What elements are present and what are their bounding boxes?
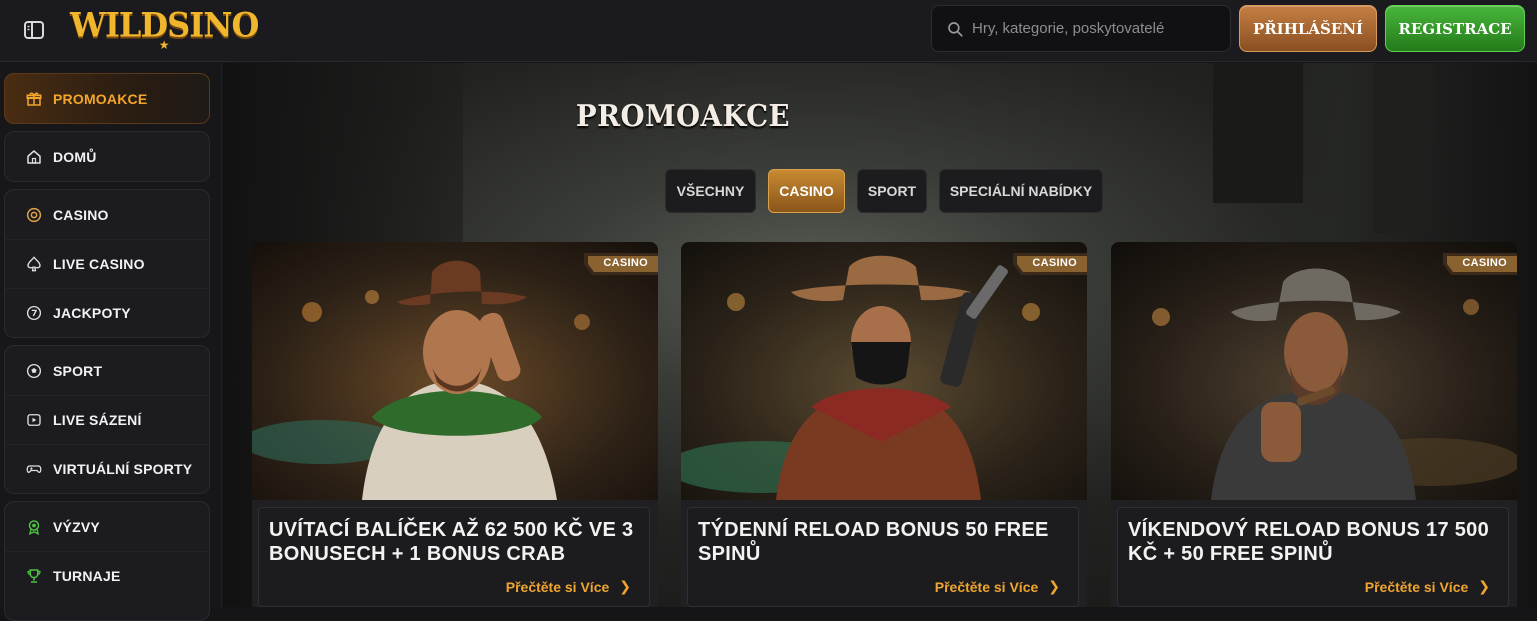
sidebar-item-vyzvy[interactable]: VÝZVY — [5, 502, 209, 551]
main-content: PROMOAKCE VŠECHNY CASINO SPORT SPECIÁLNÍ… — [223, 63, 1537, 607]
sidebar-item-domu[interactable]: DOMŮ — [5, 132, 209, 181]
category-badge: CASINO — [1013, 253, 1087, 275]
read-more-label: Přečtěte si Více — [1364, 578, 1469, 595]
sidebar-group-sport: SPORT LIVE SÁZENÍ VIRTUÁLNÍ SPORTY — [4, 345, 210, 494]
read-more-label: Přečtěte si Více — [934, 578, 1039, 595]
search-icon — [948, 21, 963, 37]
sidebar-item-label: VIRTUÁLNÍ SPORTY — [53, 461, 193, 477]
category-badge: CASINO — [1443, 253, 1517, 275]
promo-card-body: TÝDENNÍ RELOAD BONUS 50 FREE SPINŮ Přečt… — [687, 507, 1079, 607]
promo-card[interactable]: CASINO VÍKENDOVÝ RELOAD BONUS 17 500 KČ … — [1111, 242, 1517, 607]
sidebar-item-label: CASINO — [53, 206, 109, 223]
sidebar-item-turnaje[interactable]: TURNAJE — [5, 551, 209, 600]
logo-text: WILDSINO — [70, 5, 259, 45]
sidebar-group-challenges: VÝZVY TURNAJE — [4, 501, 210, 621]
background-tower — [1373, 63, 1433, 233]
read-more-link[interactable]: Přečtěte si Více ❯ — [1365, 578, 1490, 595]
promo-card-title: UVÍTACÍ BALÍČEK AŽ 62 500 KČ VE 3 BONUSE… — [269, 519, 634, 565]
gift-icon — [25, 90, 43, 108]
sidebar-item-promoakce[interactable]: PROMOAKCE — [5, 74, 209, 123]
promo-card-title: TÝDENNÍ RELOAD BONUS 50 FREE SPINŮ — [698, 519, 1049, 565]
login-button[interactable]: PŘIHLÁŠENÍ — [1239, 5, 1377, 52]
sidebar-item-label: DOMŮ — [53, 148, 97, 165]
promo-card[interactable]: CASINO UVÍTACÍ BALÍČEK AŽ 62 500 KČ VE 3… — [252, 242, 658, 607]
search-box[interactable] — [931, 5, 1231, 52]
sidebar-item-label: LIVE SÁZENÍ — [53, 412, 142, 428]
background-tower — [1213, 63, 1303, 203]
tab-sport[interactable]: SPORT — [857, 169, 927, 213]
sidebar-item-label: TURNAJE — [53, 568, 121, 584]
sidebar-item-sport[interactable]: SPORT — [5, 346, 209, 395]
badge-label: CASINO — [603, 257, 648, 269]
sidebar-item-label: SPORT — [53, 362, 103, 379]
tab-vsechny[interactable]: VŠECHNY — [665, 169, 756, 213]
promo-card-image: CASINO — [252, 242, 658, 500]
read-more-link[interactable]: Přečtěte si Více ❯ — [506, 578, 631, 595]
seven-icon — [25, 304, 43, 322]
tab-casino[interactable]: CASINO — [768, 169, 845, 213]
sidebar-item-label: VÝZVY — [53, 518, 100, 535]
search-input[interactable] — [972, 20, 1212, 37]
spade-icon — [25, 255, 43, 273]
promo-card-body: VÍKENDOVÝ RELOAD BONUS 17 500 KČ + 50 FR… — [1117, 507, 1509, 607]
promo-card[interactable]: CASINO TÝDENNÍ RELOAD BONUS 50 FREE SPIN… — [681, 242, 1087, 607]
tab-specialni-nabidky[interactable]: SPECIÁLNÍ NABÍDKY — [939, 169, 1103, 213]
chevron-right-icon: ❯ — [1048, 578, 1060, 594]
page-title: PROMOAKCE — [575, 99, 791, 134]
sidebar-item-virtualni-sporty[interactable]: VIRTUÁLNÍ SPORTY — [5, 444, 209, 493]
casino-chip-icon — [25, 206, 43, 224]
promo-card-image: CASINO — [681, 242, 1087, 500]
read-more-label: Přečtěte si Více — [505, 578, 610, 595]
sidebar-item-live-sazeni[interactable]: LIVE SÁZENÍ — [5, 395, 209, 444]
chevron-right-icon: ❯ — [619, 578, 631, 594]
site-logo[interactable]: WILDSINO ★ — [70, 5, 259, 52]
badge-label: CASINO — [1462, 257, 1507, 269]
soccer-ball-icon — [25, 362, 43, 380]
sidebar-group-home: DOMŮ — [4, 131, 210, 182]
sidebar: PROMOAKCE DOMŮ CASINO LIVE CASINO JACKPO… — [0, 63, 222, 621]
sidebar-toggle-icon[interactable] — [22, 18, 46, 42]
promo-card-title: VÍKENDOVÝ RELOAD BONUS 17 500 KČ + 50 FR… — [1128, 519, 1490, 565]
promo-card-body: UVÍTACÍ BALÍČEK AŽ 62 500 KČ VE 3 BONUSE… — [258, 507, 650, 607]
sidebar-item-label: PROMOAKCE — [53, 90, 148, 107]
chevron-right-icon: ❯ — [1478, 578, 1490, 594]
promo-card-image: CASINO — [1111, 242, 1517, 500]
trophy-icon — [25, 567, 43, 585]
gamepad-icon — [25, 460, 43, 478]
sidebar-item-label: JACKPOTY — [53, 305, 131, 321]
top-bar: WILDSINO ★ PŘIHLÁŠENÍ REGISTRACE — [0, 0, 1537, 62]
live-play-icon — [25, 411, 43, 429]
sidebar-item-casino[interactable]: CASINO — [5, 190, 209, 239]
sidebar-item-jackpoty[interactable]: JACKPOTY — [5, 288, 209, 337]
category-badge: CASINO — [584, 253, 658, 275]
read-more-link[interactable]: Přečtěte si Více ❯ — [935, 578, 1060, 595]
sidebar-group-promo: PROMOAKCE — [4, 73, 210, 124]
sidebar-group-casino: CASINO LIVE CASINO JACKPOTY — [4, 189, 210, 338]
register-button[interactable]: REGISTRACE — [1385, 5, 1525, 52]
sidebar-item-label: LIVE CASINO — [53, 256, 145, 272]
medal-icon — [25, 518, 43, 536]
sidebar-item-live-casino[interactable]: LIVE CASINO — [5, 239, 209, 288]
home-icon — [25, 148, 43, 166]
badge-label: CASINO — [1032, 257, 1077, 269]
